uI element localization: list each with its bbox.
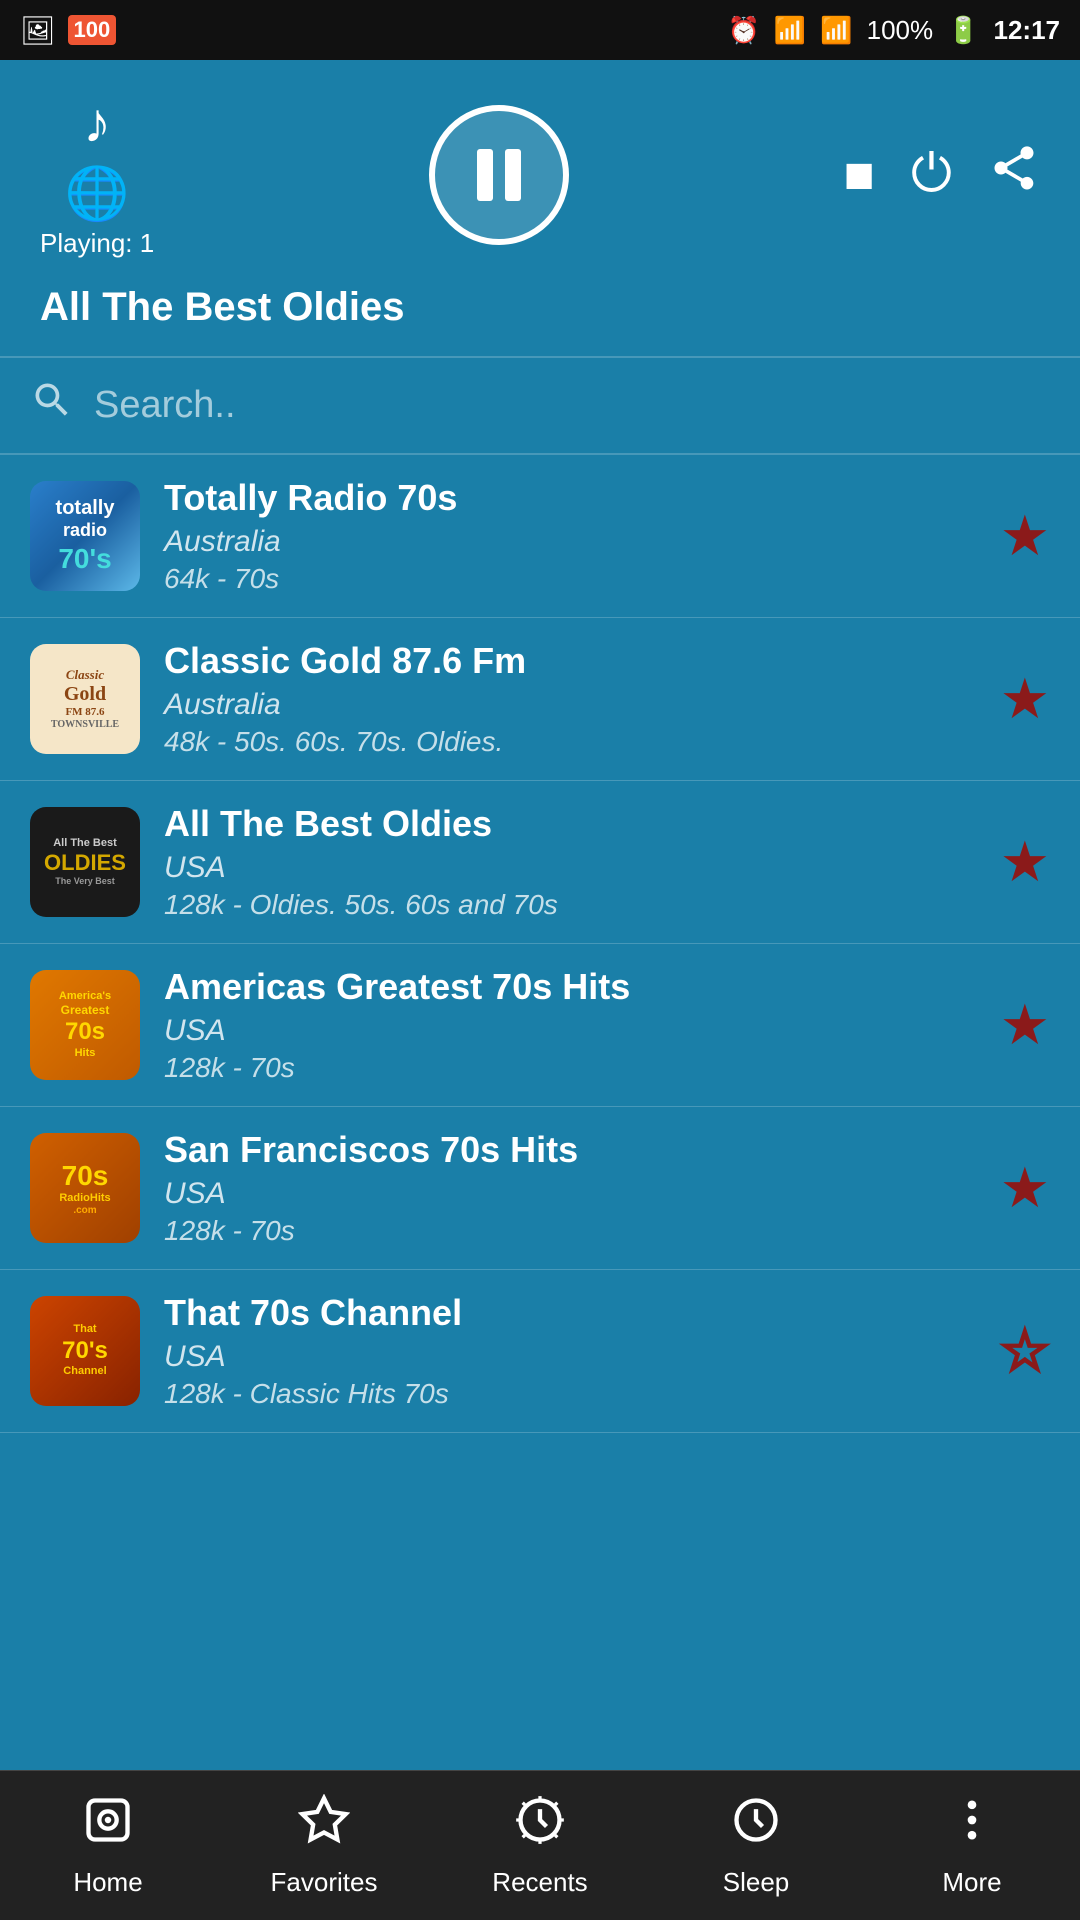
sleep-icon [730, 1794, 782, 1859]
station-info-2: Classic Gold 87.6 Fm Australia 48k - 50s… [164, 640, 976, 758]
station-bitrate-6: 128k - Classic Hits 70s [164, 1378, 976, 1410]
nav-home-label: Home [73, 1867, 142, 1898]
home-icon [82, 1794, 134, 1859]
alarm-icon: ⏰ [728, 15, 760, 46]
playing-label: Playing: 1 [40, 228, 154, 259]
station-logo-6: That 70's Channel [30, 1296, 140, 1406]
power-button[interactable]: ⏻ [911, 144, 952, 205]
station-name-2: Classic Gold 87.6 Fm [164, 640, 976, 682]
station-name-6: That 70s Channel [164, 1292, 976, 1334]
header-left-controls: ♪ 🌐 Playing: 1 [40, 90, 154, 259]
header: ♪ 🌐 Playing: 1 ■ ⏻ [0, 60, 1080, 356]
pause-icon [477, 149, 521, 201]
favorites-icon [298, 1794, 350, 1859]
station-name-5: San Franciscos 70s Hits [164, 1129, 976, 1171]
clock-display: 12:17 [994, 15, 1061, 46]
nav-favorites[interactable]: Favorites [216, 1794, 432, 1898]
status-bar: 🖼 100 ⏰ 📶 📶 100% 🔋 12:17 [0, 0, 1080, 60]
station-logo-2: Classic Gold FM 87.6 TOWNSVILLE [30, 644, 140, 754]
radio-icon: 100 [68, 15, 117, 45]
more-icon [946, 1794, 998, 1859]
favorite-star-3[interactable]: ★ [1000, 829, 1050, 895]
search-input[interactable] [94, 384, 1050, 427]
station-bitrate-1: 64k - 70s [164, 563, 976, 595]
station-logo-3: All The Best OLDIES The Very Best [30, 807, 140, 917]
nav-sleep-label: Sleep [723, 1867, 790, 1898]
search-icon [30, 378, 74, 433]
list-item[interactable]: 70s RadioHits .com San Franciscos 70s Hi… [0, 1107, 1080, 1270]
pause-button[interactable] [429, 105, 569, 245]
favorite-star-1[interactable]: ★ [1000, 503, 1050, 569]
station-info-6: That 70s Channel USA 128k - Classic Hits… [164, 1292, 976, 1410]
photo-icon: 🖼 [20, 14, 56, 47]
list-item[interactable]: Classic Gold FM 87.6 TOWNSVILLE Classic … [0, 618, 1080, 781]
list-item[interactable]: America's Greatest 70s Hits Americas Gre… [0, 944, 1080, 1107]
station-name-1: Totally Radio 70s [164, 477, 976, 519]
header-controls: ♪ 🌐 Playing: 1 ■ ⏻ [40, 90, 1040, 259]
stop-button[interactable]: ■ [843, 145, 874, 205]
station-name-4: Americas Greatest 70s Hits [164, 966, 976, 1008]
station-logo-5: 70s RadioHits .com [30, 1133, 140, 1243]
list-item[interactable]: All The Best OLDIES The Very Best All Th… [0, 781, 1080, 944]
station-info-5: San Franciscos 70s Hits USA 128k - 70s [164, 1129, 976, 1247]
station-country-1: Australia [164, 525, 976, 559]
share-button[interactable] [988, 142, 1040, 207]
favorite-star-6[interactable]: ☆ [1000, 1318, 1050, 1384]
station-country-6: USA [164, 1340, 976, 1374]
header-center [429, 105, 569, 245]
recents-icon [514, 1794, 566, 1859]
station-info-3: All The Best Oldies USA 128k - Oldies. 5… [164, 803, 976, 921]
nav-more[interactable]: More [864, 1794, 1080, 1898]
station-bitrate-2: 48k - 50s. 60s. 70s. Oldies. [164, 726, 976, 758]
battery-icon: 🔋 [947, 15, 979, 46]
station-logo-4: America's Greatest 70s Hits [30, 970, 140, 1080]
nav-favorites-label: Favorites [271, 1867, 378, 1898]
battery-percent: 100% [867, 15, 934, 46]
station-bitrate-3: 128k - Oldies. 50s. 60s and 70s [164, 889, 976, 921]
search-bar [0, 356, 1080, 455]
station-info-4: Americas Greatest 70s Hits USA 128k - 70… [164, 966, 976, 1084]
favorite-star-5[interactable]: ★ [1000, 1155, 1050, 1221]
station-name-3: All The Best Oldies [164, 803, 976, 845]
nav-recents-label: Recents [492, 1867, 587, 1898]
wifi-icon: 📶 [774, 15, 806, 46]
nav-sleep[interactable]: Sleep [648, 1794, 864, 1898]
music-icon[interactable]: ♪ [83, 90, 111, 155]
header-right-controls: ■ ⏻ [843, 142, 1040, 207]
status-left: 🖼 100 [20, 14, 116, 47]
station-country-4: USA [164, 1014, 976, 1048]
status-right: ⏰ 📶 📶 100% 🔋 12:17 [728, 15, 1061, 46]
list-item[interactable]: That 70's Channel That 70s Channel USA 1… [0, 1270, 1080, 1433]
list-item[interactable]: totally radio 70's Totally Radio 70s Aus… [0, 455, 1080, 618]
station-info-1: Totally Radio 70s Australia 64k - 70s [164, 477, 976, 595]
globe-icon[interactable]: 🌐 [65, 163, 130, 224]
station-bitrate-4: 128k - 70s [164, 1052, 976, 1084]
station-country-2: Australia [164, 688, 976, 722]
station-logo-1: totally radio 70's [30, 481, 140, 591]
station-country-5: USA [164, 1177, 976, 1211]
bottom-nav: Home Favorites Recents Sleep [0, 1770, 1080, 1920]
favorite-star-4[interactable]: ★ [1000, 992, 1050, 1058]
favorite-star-2[interactable]: ★ [1000, 666, 1050, 732]
station-bitrate-5: 128k - 70s [164, 1215, 976, 1247]
nav-recents[interactable]: Recents [432, 1794, 648, 1898]
station-country-3: USA [164, 851, 976, 885]
station-list: totally radio 70's Totally Radio 70s Aus… [0, 455, 1080, 1815]
signal-icon: 📶 [820, 15, 852, 46]
nav-more-label: More [942, 1867, 1001, 1898]
now-playing-title: All The Best Oldies [40, 275, 1040, 336]
nav-home[interactable]: Home [0, 1794, 216, 1898]
